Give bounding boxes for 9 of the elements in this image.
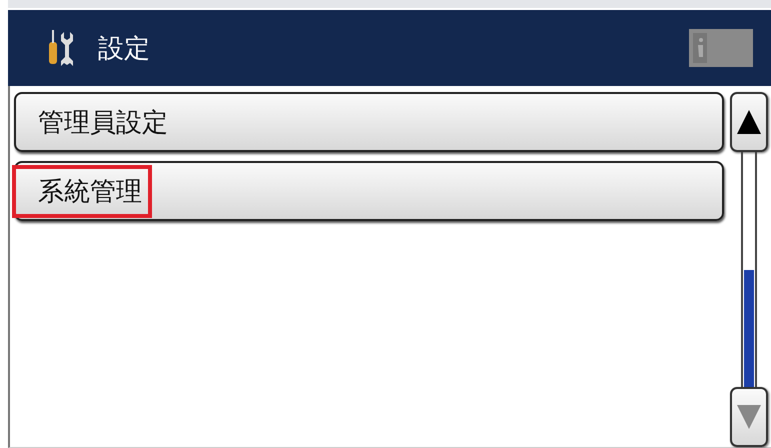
menu-button[interactable]: 管理員設定 bbox=[14, 92, 724, 152]
menu-button[interactable]: 系統管理 bbox=[14, 161, 724, 221]
info-icon bbox=[693, 33, 707, 63]
scroll-thumb[interactable] bbox=[744, 270, 754, 387]
triangle-down-icon bbox=[735, 403, 763, 431]
scroll-up-button[interactable] bbox=[730, 92, 768, 152]
header-title: 設定 bbox=[98, 32, 151, 66]
tools-icon bbox=[46, 28, 76, 68]
triangle-up-icon bbox=[735, 108, 763, 136]
